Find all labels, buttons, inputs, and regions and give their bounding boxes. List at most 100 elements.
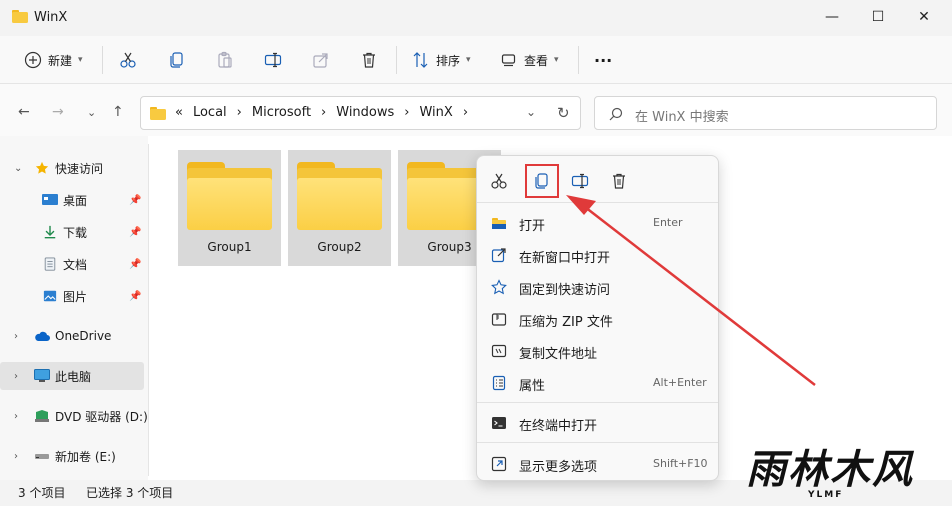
- breadcrumb-overflow[interactable]: «: [175, 105, 183, 120]
- rename-icon: [264, 52, 282, 68]
- breadcrumb-microsoft[interactable]: Microsoft: [252, 105, 311, 120]
- folder-name: Group1: [207, 240, 252, 254]
- breadcrumb-windows[interactable]: Windows: [336, 105, 394, 120]
- properties-icon: [492, 375, 506, 391]
- star-outline-icon: [491, 279, 507, 295]
- address-bar[interactable]: « Local › Microsoft › Windows › WinX › ⌄…: [140, 96, 581, 130]
- back-button[interactable]: ←: [18, 104, 30, 120]
- sidebar-item-label: 图片: [63, 289, 88, 304]
- chevron-right-icon[interactable]: ›: [14, 451, 18, 462]
- chevron-right-icon[interactable]: ›: [14, 331, 18, 342]
- pin-icon[interactable]: 📌: [129, 259, 141, 270]
- address-history-button[interactable]: ⌄: [526, 105, 536, 119]
- sidebar-item-desktop[interactable]: 桌面 📌: [0, 186, 144, 214]
- search-box[interactable]: 在 WinX 中搜索: [594, 96, 937, 130]
- computer-icon: [34, 369, 50, 382]
- chevron-right-icon[interactable]: ›: [14, 371, 18, 382]
- search-icon: [609, 107, 623, 121]
- ctx-compress-zip[interactable]: 压缩为 ZIP 文件: [485, 304, 710, 334]
- sidebar-item-this-pc[interactable]: › 此电脑: [0, 362, 144, 390]
- minimize-button[interactable]: —: [809, 0, 855, 34]
- breadcrumb-separator-icon[interactable]: ›: [463, 105, 468, 120]
- plus-circle-icon: [24, 51, 42, 69]
- copy-path-icon: [491, 344, 507, 358]
- ctx-cut-button[interactable]: [482, 164, 516, 198]
- sidebar-item-quick-access[interactable]: ⌄ 快速访问: [0, 154, 144, 182]
- recent-locations-button[interactable]: ⌄: [87, 106, 96, 119]
- breadcrumb-separator-icon[interactable]: ›: [404, 105, 409, 120]
- sidebar-item-new-volume[interactable]: › 新加卷 (E:): [0, 442, 144, 470]
- new-button[interactable]: 新建 ▾: [24, 46, 83, 74]
- selection-count: 已选择 3 个项目: [86, 486, 174, 500]
- pin-icon[interactable]: 📌: [129, 227, 141, 238]
- sidebar-item-documents[interactable]: 文档 📌: [0, 250, 144, 278]
- download-icon: [44, 225, 56, 239]
- cut-button[interactable]: [119, 46, 137, 74]
- open-new-window-icon: [491, 248, 506, 263]
- folder-icon: [12, 10, 28, 23]
- view-button[interactable]: 查看 ▾: [500, 46, 559, 74]
- ctx-delete-button[interactable]: [602, 164, 636, 198]
- window-title: WinX: [34, 10, 68, 25]
- sidebar-scrollbar[interactable]: [148, 144, 156, 476]
- forward-button[interactable]: →: [52, 104, 64, 120]
- sort-button[interactable]: 排序 ▾: [412, 46, 471, 74]
- ctx-open-new-window[interactable]: 在新窗口中打开: [485, 240, 710, 270]
- context-menu: 打开 Enter 在新窗口中打开 固定到快速访问 压缩为 ZIP 文件 复制文件…: [476, 155, 719, 481]
- chevron-down-icon[interactable]: ⌄: [14, 163, 22, 174]
- divider: [477, 402, 718, 403]
- watermark-text: 雨林木风: [746, 446, 914, 493]
- sidebar-item-downloads[interactable]: 下载 📌: [0, 218, 144, 246]
- breadcrumb-winx[interactable]: WinX: [419, 105, 452, 120]
- ctx-show-more-options[interactable]: 显示更多选项 Shift+F10: [485, 449, 710, 479]
- chevron-down-icon: ▾: [554, 55, 559, 65]
- divider: [477, 442, 718, 443]
- breadcrumb-separator-icon[interactable]: ›: [321, 105, 326, 120]
- terminal-icon: [492, 417, 506, 429]
- trash-icon: [613, 173, 625, 189]
- rename-button[interactable]: [264, 46, 282, 74]
- folder-item[interactable]: Group1: [178, 150, 281, 266]
- breadcrumb-separator-icon[interactable]: ›: [237, 105, 242, 120]
- ctx-copy-path[interactable]: 复制文件地址: [485, 336, 710, 366]
- sidebar-item-onedrive[interactable]: › OneDrive: [0, 322, 144, 350]
- chevron-right-icon[interactable]: ›: [14, 411, 18, 422]
- folder-open-icon: [492, 218, 506, 229]
- view-icon: [501, 54, 516, 67]
- ctx-copy-button[interactable]: [525, 164, 559, 198]
- ctx-properties[interactable]: 属性 Alt+Enter: [485, 368, 710, 398]
- ctx-open[interactable]: 打开 Enter: [485, 208, 710, 238]
- up-button[interactable]: ↑: [112, 104, 124, 120]
- maximize-button[interactable]: ☐: [855, 0, 901, 34]
- delete-button[interactable]: [360, 46, 378, 74]
- copy-icon: [170, 52, 183, 68]
- breadcrumb-local[interactable]: Local: [193, 105, 227, 120]
- picture-icon: [43, 290, 57, 302]
- drive-icon: [35, 454, 49, 459]
- rename-icon: [571, 173, 589, 189]
- pin-icon[interactable]: 📌: [129, 195, 141, 206]
- command-bar: 新建 ▾ 排序 ▾ 查看 ▾ ···: [0, 36, 952, 84]
- folder-icon: [150, 107, 166, 120]
- new-label: 新建: [48, 53, 73, 68]
- copy-button[interactable]: [168, 46, 186, 74]
- ctx-rename-button[interactable]: [563, 164, 597, 198]
- paste-button[interactable]: [216, 46, 234, 74]
- breadcrumb: « Local › Microsoft › Windows › WinX ›: [175, 105, 468, 120]
- ctx-pin-quick-access[interactable]: 固定到快速访问: [485, 272, 710, 302]
- folder-item[interactable]: Group2: [288, 150, 391, 266]
- refresh-button[interactable]: ↻: [557, 104, 570, 122]
- sidebar-item-dvd-drive[interactable]: › DVD 驱动器 (D:): [0, 402, 148, 430]
- copy-icon: [535, 173, 548, 189]
- ctx-open-terminal[interactable]: 在终端中打开: [485, 408, 710, 438]
- sidebar-item-pictures[interactable]: 图片 📌: [0, 282, 144, 310]
- sidebar-item-label: 新加卷 (E:): [55, 449, 116, 464]
- share-button[interactable]: [312, 46, 330, 74]
- ctx-item-label: 复制文件地址: [519, 347, 598, 362]
- trash-icon: [363, 52, 375, 68]
- pin-icon[interactable]: 📌: [129, 291, 141, 302]
- more-options-button[interactable]: ···: [594, 46, 612, 74]
- watermark-subtext: YLMF: [808, 490, 844, 500]
- close-button[interactable]: ✕: [901, 0, 947, 34]
- ctx-item-label: 在新窗口中打开: [519, 251, 611, 266]
